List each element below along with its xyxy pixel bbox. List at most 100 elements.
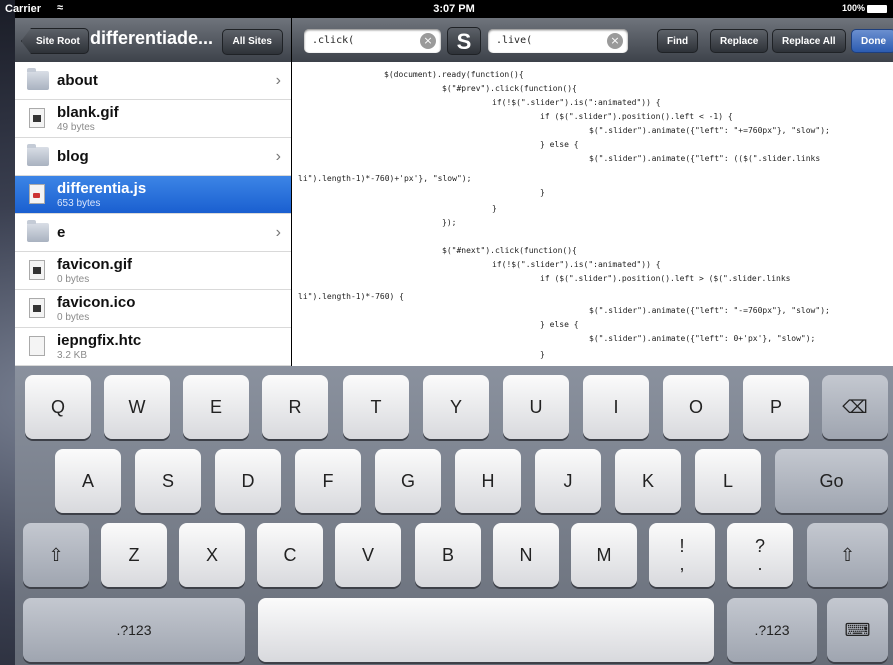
code-line: } else { xyxy=(540,140,579,149)
code-line: $("#prev").click(function(){ xyxy=(442,84,577,93)
find-button[interactable]: Find xyxy=(657,29,699,53)
key-m[interactable]: M xyxy=(571,523,637,587)
key-b[interactable]: B xyxy=(415,523,481,587)
code-line: } xyxy=(540,350,545,359)
key-w[interactable]: W xyxy=(104,375,170,439)
all-sites-button[interactable]: All Sites xyxy=(221,29,283,55)
key-v[interactable]: V xyxy=(335,523,401,587)
image-file-icon xyxy=(29,260,45,280)
key-f[interactable]: F xyxy=(295,449,361,513)
numbers-key-left[interactable]: .?123 xyxy=(23,598,245,662)
key-e[interactable]: E xyxy=(183,375,249,439)
replace-button[interactable]: Replace xyxy=(710,29,769,53)
file-row-blank-gif[interactable]: blank.gif 49 bytes xyxy=(15,100,291,138)
file-name: iepngfix.htc xyxy=(57,332,142,349)
shift-left-key[interactable]: ⇧ xyxy=(23,523,89,587)
file-name: favicon.gif xyxy=(57,256,133,273)
file-row-e[interactable]: e › xyxy=(15,214,291,252)
file-name: blog xyxy=(57,148,89,165)
image-file-icon xyxy=(29,298,45,318)
file-name: about xyxy=(57,72,98,89)
key-y[interactable]: Y xyxy=(423,375,489,439)
key-p[interactable]: P xyxy=(743,375,809,439)
battery-label: 100% xyxy=(841,3,865,13)
site-root-back-button[interactable]: Site Root xyxy=(21,28,89,54)
key-question-period[interactable]: ? . xyxy=(727,523,793,587)
key-question-label: ? xyxy=(754,536,765,556)
image-file-icon xyxy=(29,108,45,128)
replace-input[interactable]: .live( × xyxy=(488,29,628,53)
key-exclaim-comma[interactable]: ! , xyxy=(649,523,715,587)
status-bar: Carrier ≈ 3:07 PM 100% xyxy=(5,0,893,18)
code-line: li").length-1)*-760) { xyxy=(298,292,404,301)
file-size: 0 bytes xyxy=(57,274,90,285)
battery-indicator: 100% xyxy=(842,3,887,13)
file-size: 653 bytes xyxy=(57,198,101,209)
space-bar[interactable] xyxy=(258,598,714,662)
ipad-screen: Carrier ≈ 3:07 PM 100% Site Root differe… xyxy=(5,0,893,665)
clock: 3:07 PM xyxy=(433,3,475,15)
code-line: if(!$(".slider").is(":animated")) { xyxy=(492,260,661,269)
chevron-right-icon: › xyxy=(275,224,281,241)
shift-icon: ⇧ xyxy=(839,545,856,565)
shift-right-key[interactable]: ⇧ xyxy=(807,523,888,587)
file-name: favicon.ico xyxy=(57,294,136,311)
key-t[interactable]: T xyxy=(343,375,409,439)
find-input-value: .click( xyxy=(312,35,355,46)
code-editor[interactable]: $(document).ready(function(){ $("#prev")… xyxy=(292,62,893,366)
key-g[interactable]: G xyxy=(375,449,441,513)
file-name: blank.gif xyxy=(57,104,119,121)
key-z[interactable]: Z xyxy=(101,523,167,587)
file-size: 3.2 KB xyxy=(57,350,88,361)
find-replace-toolbar: .click( × S .live( × Find Replace Replac… xyxy=(292,18,893,63)
document-file-icon xyxy=(29,336,45,356)
code-line: $(".slider").animate({"left": 0+'px'}, "… xyxy=(589,334,816,343)
key-l[interactable]: L xyxy=(695,449,761,513)
code-line: $(".slider").animate({"left": "+=760px"}… xyxy=(589,126,830,135)
key-d[interactable]: D xyxy=(215,449,281,513)
code-line: if ($(".slider").position().left < -1) { xyxy=(540,112,733,121)
file-row-about[interactable]: about › xyxy=(15,62,291,100)
file-name: e xyxy=(57,224,66,241)
key-r[interactable]: R xyxy=(262,375,328,439)
clear-replace-icon[interactable]: × xyxy=(607,33,623,49)
key-exclaim-label: ! xyxy=(679,536,685,556)
folder-title: differentiade... xyxy=(90,28,214,48)
key-u[interactable]: U xyxy=(503,375,569,439)
code-line: } else { xyxy=(540,320,579,329)
code-line: } xyxy=(492,204,497,213)
regex-toggle-icon[interactable]: S xyxy=(447,27,481,55)
shift-icon: ⇧ xyxy=(48,545,64,565)
file-row-blog[interactable]: blog › xyxy=(15,138,291,176)
code-line: $("#next").click(function(){ xyxy=(442,246,577,255)
file-row-favicon-gif[interactable]: favicon.gif 0 bytes xyxy=(15,252,291,290)
go-key[interactable]: Go xyxy=(775,449,888,513)
folder-icon xyxy=(27,220,49,242)
replace-all-button[interactable]: Replace All xyxy=(772,29,846,53)
key-c[interactable]: C xyxy=(257,523,323,587)
file-row-favicon-ico[interactable]: favicon.ico 0 bytes xyxy=(15,290,291,328)
folder-icon xyxy=(27,68,49,90)
file-row-differentia-js[interactable]: differentia.js 653 bytes xyxy=(15,176,291,214)
numbers-key-right[interactable]: .?123 xyxy=(727,598,817,662)
key-s[interactable]: S xyxy=(135,449,201,513)
file-size: 0 bytes xyxy=(57,312,90,323)
key-j[interactable]: J xyxy=(535,449,601,513)
key-n[interactable]: N xyxy=(493,523,559,587)
hide-keyboard-key[interactable]: ⌨ xyxy=(827,598,888,662)
key-o[interactable]: O xyxy=(663,375,729,439)
key-i[interactable]: I xyxy=(583,375,649,439)
clear-find-icon[interactable]: × xyxy=(420,33,436,49)
key-x[interactable]: X xyxy=(179,523,245,587)
code-line: } xyxy=(540,188,545,197)
find-input[interactable]: .click( × xyxy=(304,29,441,53)
backspace-key[interactable]: ⌫ xyxy=(822,375,888,439)
done-button[interactable]: Done xyxy=(851,29,893,53)
key-h[interactable]: H xyxy=(455,449,521,513)
code-line: }); xyxy=(442,218,457,227)
key-a[interactable]: A xyxy=(55,449,121,513)
file-row-iepngfix-htc[interactable]: iepngfix.htc 3.2 KB xyxy=(15,328,291,366)
file-name: differentia.js xyxy=(57,180,147,197)
key-k[interactable]: K xyxy=(615,449,681,513)
key-q[interactable]: Q xyxy=(25,375,91,439)
